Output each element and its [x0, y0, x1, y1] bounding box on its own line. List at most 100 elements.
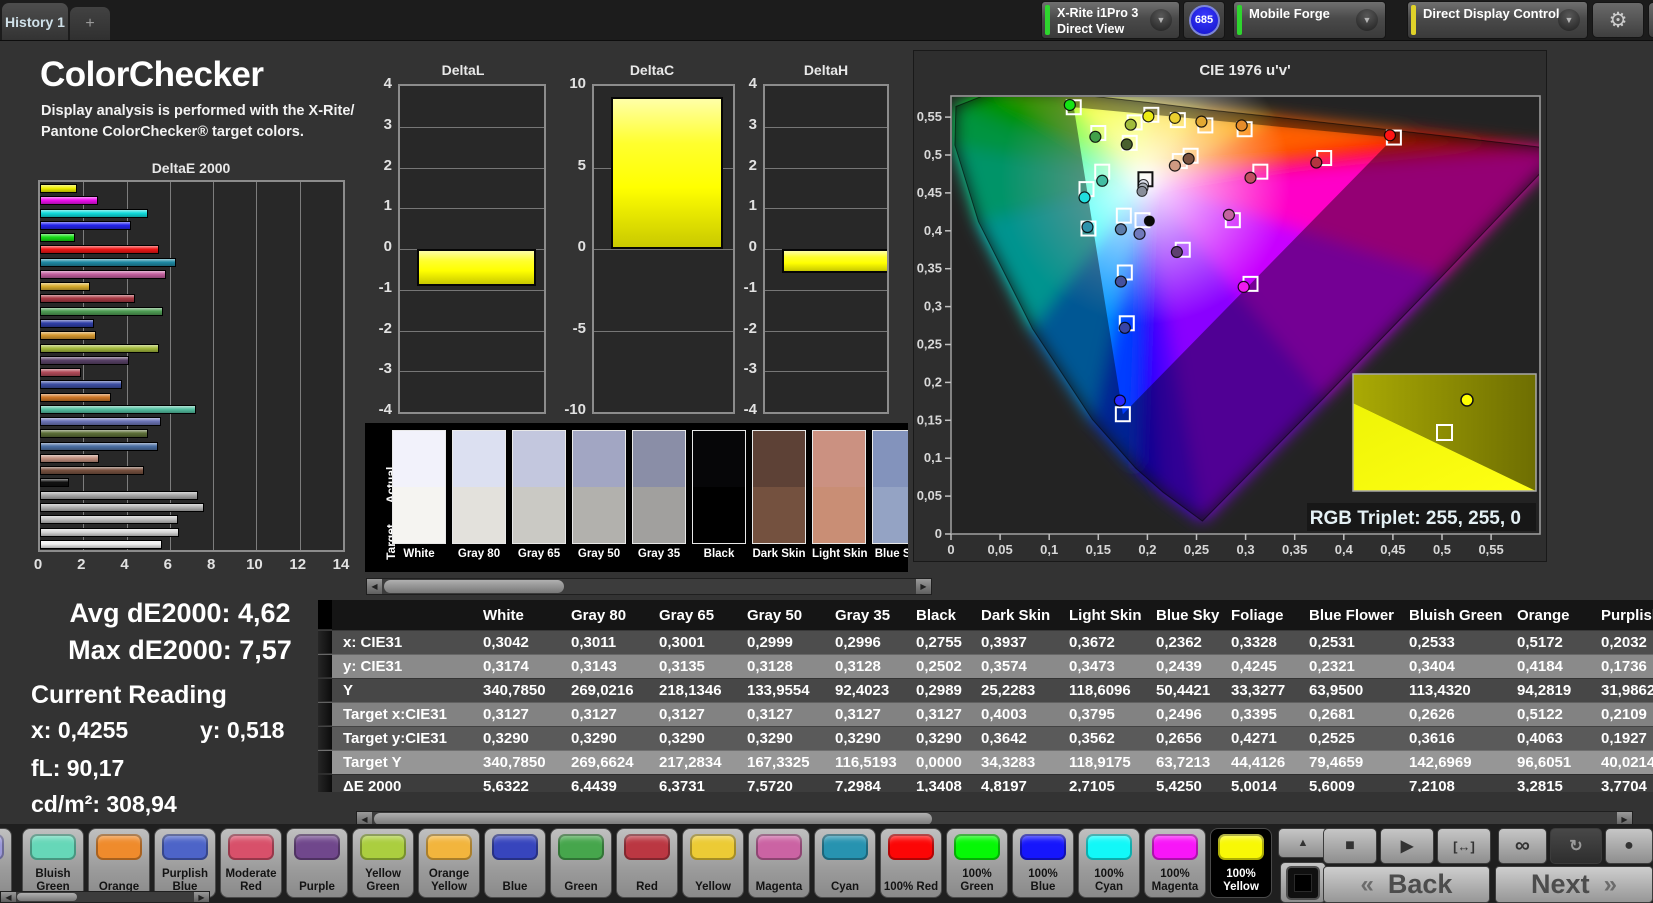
- loop-button[interactable]: ↻: [1550, 828, 1602, 864]
- patch-button-100-cyan[interactable]: 100% Cyan: [1078, 828, 1140, 898]
- table-cell: 0,3290: [483, 730, 529, 747]
- deltaC-y-tick: 0: [577, 238, 586, 255]
- swatch-target: [813, 487, 865, 543]
- scroll-thumb[interactable]: [17, 893, 77, 901]
- pattern-window-icon: [1286, 865, 1320, 900]
- patch-button-blue[interactable]: Blue: [484, 828, 546, 898]
- patch-button-100-red[interactable]: 100% Red: [880, 828, 942, 898]
- patch-button-magenta[interactable]: Magenta: [748, 828, 810, 898]
- table-header-Gray 35: Gray 35: [835, 607, 891, 624]
- svg-text:0,5: 0,5: [924, 147, 942, 162]
- deltaH-y-tick: 1: [748, 197, 757, 215]
- patch-button-blue-flower[interactable]: Blue Flower: [0, 828, 12, 898]
- patch-color-chip: [756, 834, 802, 860]
- table-gutter-cell: [318, 727, 332, 750]
- patch-button-100-yellow[interactable]: 100% Yellow: [1210, 828, 1272, 898]
- table-row: Target x:CIE31 0,3127 0,3127 0,3127 0,3127 0,…: [318, 702, 1653, 726]
- patch-color-chip: [822, 834, 868, 860]
- add-tab-button[interactable]: +: [70, 7, 110, 40]
- table-cell: 0,3127: [747, 706, 793, 723]
- deltaH-y-tick: 4: [748, 75, 757, 92]
- patch-button-moderate-red[interactable]: Moderate Red: [220, 828, 282, 898]
- pattern-panel-expand-button[interactable]: ▲: [1278, 828, 1328, 858]
- cie-measured-dot: [1244, 171, 1257, 184]
- source-dropdown[interactable]: Mobile Forge ▼: [1233, 1, 1386, 39]
- deltaL-y-tick: -4: [378, 401, 392, 418]
- scroll-right-button[interactable]: ▶: [916, 579, 931, 594]
- back-button[interactable]: « Back: [1323, 866, 1490, 903]
- patch-color-chip: [228, 834, 274, 860]
- scroll-thumb[interactable]: [384, 580, 564, 593]
- table-row-label: y: CIE31: [343, 658, 403, 675]
- patch-button-purplish-blue[interactable]: Purplish Blue: [154, 828, 216, 898]
- table-header-row: White Gray 80 Gray 65 Gray 50 Gray 35 Black Da…: [318, 600, 1653, 630]
- patch-button-100-blue[interactable]: 100% Blue: [1012, 828, 1074, 898]
- patch-button-bluish-green[interactable]: Bluish Green: [22, 828, 84, 898]
- table-cell: 0,3290: [916, 730, 962, 747]
- table-row: Target y:CIE31 0,3290 0,3290 0,3290 0,3290 0,…: [318, 726, 1653, 750]
- cie-measured-dot: [1078, 191, 1091, 204]
- display-control-dropdown[interactable]: Direct Display Control ▼: [1407, 1, 1588, 39]
- table-row: y: CIE31 0,3174 0,3143 0,3135 0,3128 0,3128 0,…: [318, 654, 1653, 678]
- table-cell: 0,2626: [1409, 706, 1455, 723]
- settings-button[interactable]: ⚙: [1592, 2, 1644, 38]
- deltaC-y-tick: 10: [569, 75, 586, 92]
- patch-button-100-magenta[interactable]: 100% Magenta: [1144, 828, 1206, 898]
- scroll-left-button[interactable]: ◀: [1, 892, 16, 902]
- infinity-button[interactable]: ∞: [1498, 828, 1547, 864]
- tab-history-1[interactable]: History 1: [2, 3, 68, 40]
- table-cell: 0,3001: [659, 634, 705, 651]
- table-cell: 0,1927: [1601, 730, 1647, 747]
- table-cell: 5,6009: [1309, 778, 1355, 792]
- patch-button-100-green[interactable]: 100% Green: [946, 828, 1008, 898]
- scroll-left-button[interactable]: ◀: [367, 579, 382, 594]
- swatch-target: [513, 487, 565, 543]
- table-cell: 217,2834: [659, 754, 722, 771]
- scroll-right-button[interactable]: ▶: [194, 892, 209, 902]
- table-cell: 96,6051: [1517, 754, 1572, 771]
- table-cell: 0,4245: [1231, 658, 1277, 675]
- patch-button-orange-yellow[interactable]: Orange Yellow: [418, 828, 480, 898]
- deltae-bar-dark-skin: [40, 466, 145, 476]
- table-header-Blue Sky: Blue Sky: [1156, 607, 1220, 624]
- patch-label: 100% Green: [960, 868, 994, 893]
- table-cell: 2,7105: [1069, 778, 1115, 792]
- pattern-window-button[interactable]: [1280, 862, 1326, 903]
- stop-button[interactable]: ■: [1323, 828, 1377, 864]
- patch-button-orange[interactable]: Orange: [88, 828, 150, 898]
- patch-button-red[interactable]: Red: [616, 828, 678, 898]
- swatch-blue-sky: [872, 430, 908, 544]
- strip-scrollbar-track[interactable]: ◀ ▶: [366, 578, 932, 595]
- patch-button-green[interactable]: Green: [550, 828, 612, 898]
- patch-button-purple[interactable]: Purple: [286, 828, 348, 898]
- play-button[interactable]: ▶: [1380, 828, 1434, 864]
- deltac-chart-title: DeltaC: [629, 62, 675, 78]
- next-button[interactable]: Next »: [1495, 866, 1653, 903]
- collapse-button[interactable]: ◀: [1648, 2, 1653, 38]
- double-chevron-right-icon: »: [1603, 870, 1617, 898]
- cie-measured-dot: [1133, 227, 1146, 240]
- cie-measured-dot: [1170, 245, 1183, 259]
- page-title: ColorChecker: [40, 55, 264, 94]
- patch-scrollbar-track[interactable]: ◀ ▶: [0, 891, 210, 903]
- patch-button-cyan[interactable]: Cyan: [814, 828, 876, 898]
- deltae-bar-moderate-red: [40, 368, 82, 377]
- measurement-table: White Gray 80 Gray 65 Gray 50 Gray 35 Black Da…: [318, 600, 1653, 792]
- patch-button-yellow[interactable]: Yellow: [682, 828, 744, 898]
- badge-count: 685: [1188, 4, 1220, 36]
- patch-color-chip: [360, 834, 406, 860]
- patch-label: Yellow: [695, 880, 731, 893]
- meter-dropdown[interactable]: X-Rite i1Pro 3 Direct View ▼: [1041, 1, 1180, 39]
- record-button[interactable]: ●: [1605, 828, 1653, 864]
- deltae-x-tick: 14: [332, 556, 350, 573]
- table-gutter-cell: [318, 751, 332, 774]
- deltae-bar-100-cyan: [40, 208, 149, 218]
- swatch-actual: [633, 431, 685, 487]
- gridline: [765, 289, 887, 291]
- patch-button-yellow-green[interactable]: Yellow Green: [352, 828, 414, 898]
- table-cell: 0,2502: [916, 658, 962, 675]
- patch-label: 100% Red: [883, 880, 939, 893]
- step-button[interactable]: [↔]: [1437, 828, 1491, 864]
- source-status-bar: [1237, 5, 1242, 35]
- deltae-bar-green: [40, 306, 164, 316]
